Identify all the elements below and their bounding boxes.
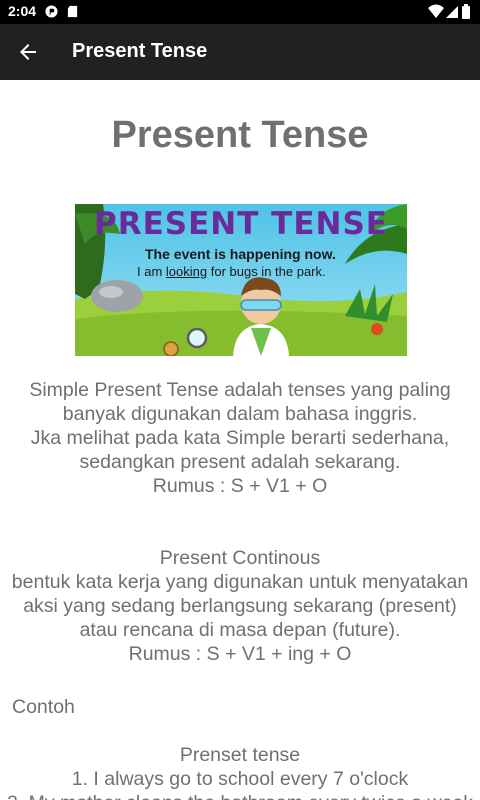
status-bar: 2:04 (0, 0, 480, 24)
contoh-label: Contoh (12, 696, 75, 718)
app-bar: Present Tense (0, 24, 480, 80)
wifi-icon (428, 4, 444, 18)
examples-heading: Prenset tense (179, 744, 301, 766)
present-continuous-heading: Present Continous (159, 547, 321, 569)
notification-icon (45, 5, 58, 18)
content-scroll-area[interactable]: Present Tense PRESENT TENSE The event is… (0, 80, 480, 800)
page-title: Present Tense (111, 114, 369, 156)
sd-card-icon (67, 5, 78, 18)
banner-line-2: I am looking for bugs in the park. (137, 264, 326, 279)
app-bar-title: Present Tense (72, 40, 208, 62)
status-time: 2:04 (8, 3, 37, 19)
banner-line-2-prefix: I am (137, 264, 166, 279)
simple-present-formula: Rumus : S + V1 + O (152, 475, 328, 497)
banner-heading: PRESENT TENSE (94, 206, 388, 242)
present-continuous-line-3: atau rencana di masa depan (future). (79, 619, 401, 641)
example-line-2: 2. My mother cleans the bathroom every t… (0, 791, 480, 800)
present-continuous-line-2: aksi yang sedang berlangsung sekarang (p… (23, 595, 457, 617)
simple-present-line-2: banyak digunakan dalam bahasa inggris. (62, 403, 418, 425)
example-line-1: 1. I always go to school every 7 o'clock (71, 768, 409, 790)
simple-present-line-4: sedangkan present adalah sekarang. (79, 451, 401, 473)
status-indicators (428, 4, 470, 19)
banner-line-2-emphasis: looking (165, 264, 208, 279)
banner-line-2-suffix: for bugs in the park. (207, 264, 326, 279)
simple-present-line-3: Jka melihat pada kata Simple berarti sed… (30, 427, 450, 449)
back-arrow-icon[interactable] (16, 40, 40, 64)
present-continuous-formula: Rumus : S + V1 + ing + O (128, 643, 352, 665)
signal-icon (446, 6, 458, 18)
present-tense-banner-image: PRESENT TENSE The event is happening now… (75, 204, 407, 356)
battery-icon (462, 4, 470, 19)
present-continuous-line-1: bentuk kata kerja yang digunakan untuk m… (11, 571, 469, 593)
simple-present-line-1: Simple Present Tense adalah tenses yang … (29, 379, 451, 401)
banner-line-1: The event is happening now. (145, 246, 336, 262)
